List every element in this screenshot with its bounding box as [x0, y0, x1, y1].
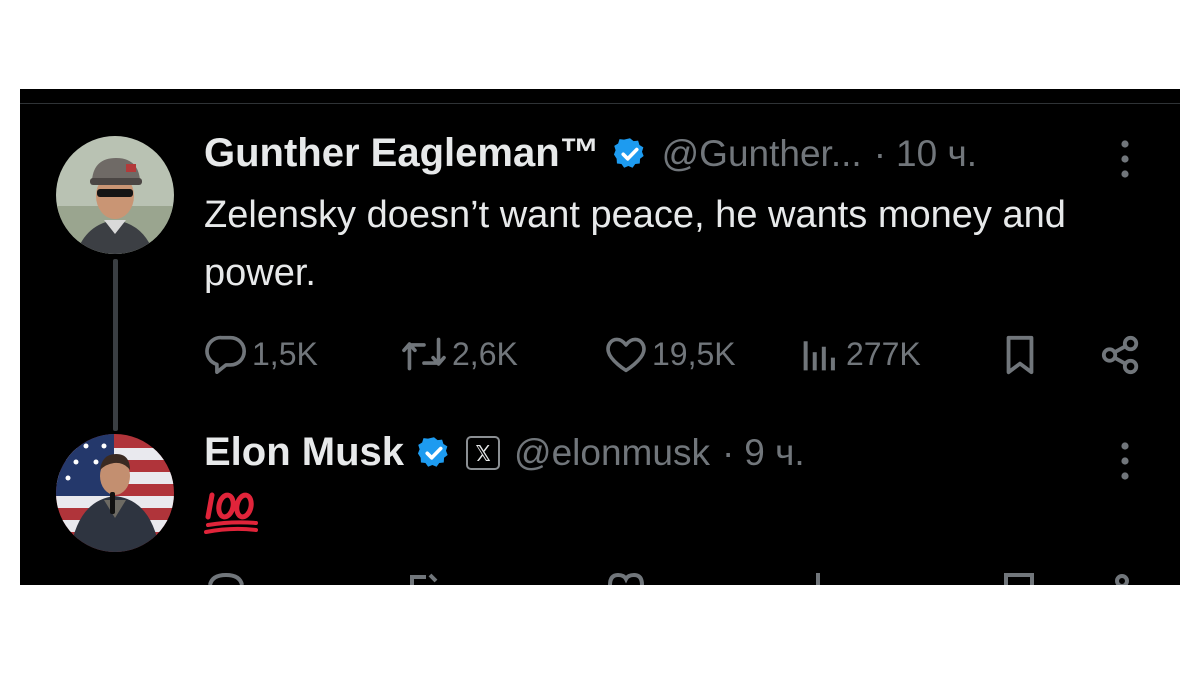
tweet-actions: 1,5K 2,6K 19,5K 277K	[204, 329, 1144, 379]
tweet-header: Elon Musk @elonmusk · 9 ч.	[204, 430, 805, 475]
verified-badge-icon	[417, 436, 448, 467]
reply-icon	[205, 335, 246, 374]
divider	[20, 103, 1180, 104]
share-icon[interactable]	[1100, 334, 1142, 376]
repost-button[interactable]: 2,6K	[400, 334, 518, 374]
bookmark-icon[interactable]	[1000, 334, 1040, 376]
more-options-icon[interactable]	[1120, 139, 1130, 179]
tweet-header: Gunther Eagleman™ @Gunther... · 10 ч.	[204, 131, 977, 176]
analytics-icon[interactable]	[808, 573, 828, 585]
reply-icon[interactable]	[206, 573, 246, 585]
analytics-icon	[803, 341, 835, 371]
repost-icon[interactable]	[404, 573, 444, 585]
share-icon[interactable]	[1112, 573, 1132, 585]
author-name[interactable]: Gunther Eagleman™	[204, 131, 600, 176]
tweet-time[interactable]: 10 ч.	[896, 133, 977, 175]
tweet-time[interactable]: 9 ч.	[744, 432, 804, 474]
like-count: 19,5K	[652, 335, 736, 372]
author-handle[interactable]: @Gunther...	[662, 133, 862, 175]
author-name[interactable]: Elon Musk	[204, 430, 404, 475]
heart-icon	[606, 337, 646, 373]
views-button[interactable]: 277K	[798, 334, 921, 374]
thread-connector	[113, 259, 118, 431]
verified-badge-icon	[613, 137, 644, 168]
bookmark-icon[interactable]	[1002, 573, 1036, 585]
heart-icon[interactable]	[606, 573, 646, 585]
separator-dot: ·	[721, 431, 735, 473]
view-count: 277K	[846, 335, 921, 372]
repost-icon	[402, 337, 446, 371]
hundred-points-emoji: 💯	[204, 489, 260, 542]
reply-count: 1,5K	[252, 335, 318, 372]
x-affiliation-icon[interactable]	[466, 435, 501, 470]
tweet-actions-clipped	[204, 573, 1144, 585]
avatar-gunther[interactable]	[56, 136, 174, 254]
avatar-elon[interactable]	[56, 434, 174, 552]
repost-count: 2,6K	[452, 335, 518, 372]
reply-button[interactable]: 1,5K	[204, 334, 318, 374]
tweet-text: Zelensky doesn’t want peace, he wants mo…	[204, 194, 1066, 294]
author-handle[interactable]: @elonmusk	[514, 432, 710, 474]
separator-dot: ·	[873, 132, 887, 174]
tweet-thread: Gunther Eagleman™ @Gunther... · 10 ч. Ze…	[20, 89, 1180, 585]
more-options-icon[interactable]	[1120, 441, 1130, 481]
like-button[interactable]: 19,5K	[604, 334, 736, 374]
